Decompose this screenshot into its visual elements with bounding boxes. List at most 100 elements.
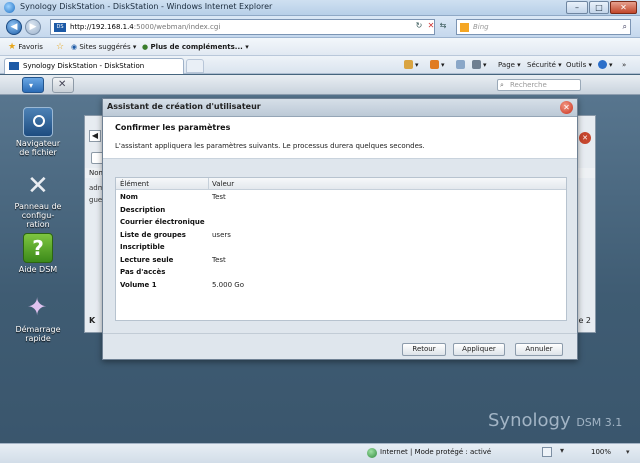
navigation-bar: ◀ ▶ DS http://192.168.1.4:5000/webman/in… [0,16,640,38]
new-tab-button[interactable] [186,59,204,73]
table-row: Pas d'accès [120,268,166,276]
stop-icon[interactable]: ✕ [424,19,438,33]
search-icon: ⌕ [500,81,504,89]
column-value: Valeur [212,180,235,188]
desktop-icon-quick-start[interactable]: ✦ Démarrage rapide [12,293,64,343]
table-row: Description [120,205,166,214]
tab-synology-diskstation[interactable]: Synology DiskStation - DiskStation [4,58,184,74]
settings-summary-table: Élément Valeur Nom Test Description Courr… [115,177,567,321]
star-icon: ★ [8,42,17,52]
dialog-title: Assistant de création d'utilisateur [107,102,261,111]
chevron-down-icon: ▾ [29,81,34,90]
zoom-arrow-icon[interactable]: ▾ [626,448,630,456]
favorites-button[interactable]: ★ Favoris [8,41,43,53]
dsm-search-placeholder: Recherche [510,81,547,89]
dialog-header: Assistant de création d'utilisateur ✕ [103,99,577,117]
security-zone-text: Internet | Mode protégé : activé [380,448,492,456]
close-icon[interactable]: ✕ [579,132,591,144]
more-addons-link[interactable]: ● Plus de compléments... ▾ [142,41,249,53]
control-panel-icon: ✕ [27,171,49,201]
dialog-close-button[interactable]: ✕ [560,101,573,114]
dsm-taskbar: ▾ ✕ ⌕ Recherche [0,75,640,95]
help-menu[interactable]: ▾ [598,59,613,71]
bing-icon [460,23,469,32]
suggested-sites-icon: ◉ [71,43,78,51]
desktop-icon-label: Panneau de configu-ration [14,202,62,229]
back-button[interactable]: Retour [402,343,446,356]
dialog-footer: Retour Appliquer Annuler [103,333,577,359]
ie-status-bar: Internet | Mode protégé : activé ▾ 100% … [0,443,640,463]
desktop-icon-label: Aide DSM [18,265,58,274]
more-tools-button[interactable]: » [622,59,626,71]
address-url[interactable]: http://192.168.1.4:5000/webman/index.cgi [70,23,220,31]
zoom-level[interactable]: 100% [591,448,611,456]
step-heading: Confirmer les paramètres [115,123,231,132]
page-menu[interactable]: Page ▾ [498,59,521,71]
compatibility-icon[interactable]: ⇆ [436,19,450,33]
protected-mode-icon[interactable] [542,447,552,457]
window-title: Synology DiskStation - DiskStation - Win… [20,2,273,11]
help-icon: ? [23,233,53,263]
step-description: L'assistant appliquera les paramètres su… [115,142,425,150]
feeds-button[interactable]: ▾ [430,59,445,71]
internet-zone-icon [367,448,377,458]
table-row: Liste de groupes users [120,230,231,239]
table-row: Nom Test [120,193,226,201]
file-browser-icon [23,107,53,137]
synology-site-icon: DS [54,23,66,32]
main-menu-button[interactable]: ▾ [22,77,44,93]
address-bar[interactable]: DS http://192.168.1.4:5000/webman/index.… [50,19,435,35]
suggested-sites-link[interactable]: ◉ Sites suggérés ▾ [71,41,136,53]
home-icon [404,60,413,69]
rss-icon [430,60,439,69]
synology-dsm-logo: Synology DSM 3.1 [488,410,623,431]
tools-icon: ✕ [58,79,67,90]
close-window-button[interactable]: ✕ [610,1,637,14]
print-button[interactable]: ▾ [472,59,487,71]
desktop-icon-file-browser[interactable]: Navigateur de fichier [12,107,64,157]
apply-button[interactable]: Appliquer [453,343,505,356]
forward-button[interactable]: ▶ [25,19,41,35]
create-user-wizard-dialog: Assistant de création d'utilisateur ✕ Co… [102,98,578,360]
desktop-icon-help[interactable]: ? Aide DSM [12,233,64,274]
tab-bar: Synology DiskStation - DiskStation ▾ ▾ ▾… [0,56,640,74]
cancel-button[interactable]: Annuler [515,343,563,356]
table-row: Courrier électronique [120,218,205,226]
search-box[interactable]: Bing ⌕ [456,19,631,35]
quick-start-icon: ✦ [27,293,48,321]
internet-explorer-icon [4,2,15,13]
back-button[interactable]: ◀ [6,19,22,35]
desktop-icon-label: Navigateur de fichier [15,139,61,157]
tools-menu[interactable]: Outils ▾ [566,59,592,71]
ie-title-bar: Synology DiskStation - DiskStation - Win… [0,0,640,16]
control-panel-taskbar-button[interactable]: ✕ [52,77,74,93]
table-row: Inscriptible [120,243,165,251]
mail-button[interactable] [456,59,467,71]
search-icon[interactable]: ⌕ [623,22,627,32]
security-menu[interactable]: Sécurité ▾ [527,59,562,71]
minimize-button[interactable]: – [566,1,588,14]
column-element: Élément [120,180,149,188]
table-row: Lecture seule Test [120,255,226,264]
dsm-search-input[interactable]: ⌕ Recherche [497,79,581,91]
desktop-icon-control-panel[interactable]: ✕ Panneau de configu-ration [12,170,64,229]
user-row[interactable]: gue [89,196,102,204]
home-button[interactable]: ▾ [404,59,419,71]
add-favorite-icon: ☆ [56,42,65,52]
maximize-button[interactable]: □ [589,1,609,14]
zoom-dropdown-icon[interactable]: ▾ [560,446,564,455]
first-page-button[interactable]: K [89,316,95,325]
back-arrow-icon[interactable]: ◀ [89,130,101,142]
column-divider [208,178,209,190]
table-row: Volume 1 5.000 Go [120,280,244,289]
favorites-bar: ★ Favoris ☆ ◉ Sites suggérés ▾ ● Plus de… [0,38,640,56]
table-header: Élément Valeur [116,178,566,190]
desktop-icon-label: Démarrage rapide [15,325,61,343]
dialog-intro: Confirmer les paramètres L'assistant app… [103,117,577,159]
print-icon [472,60,481,69]
help-icon [598,60,607,69]
mail-icon [456,60,465,69]
tab-label: Synology DiskStation - DiskStation [23,62,145,70]
search-placeholder: Bing [473,23,489,31]
add-favorite-button[interactable]: ☆ [56,41,64,53]
